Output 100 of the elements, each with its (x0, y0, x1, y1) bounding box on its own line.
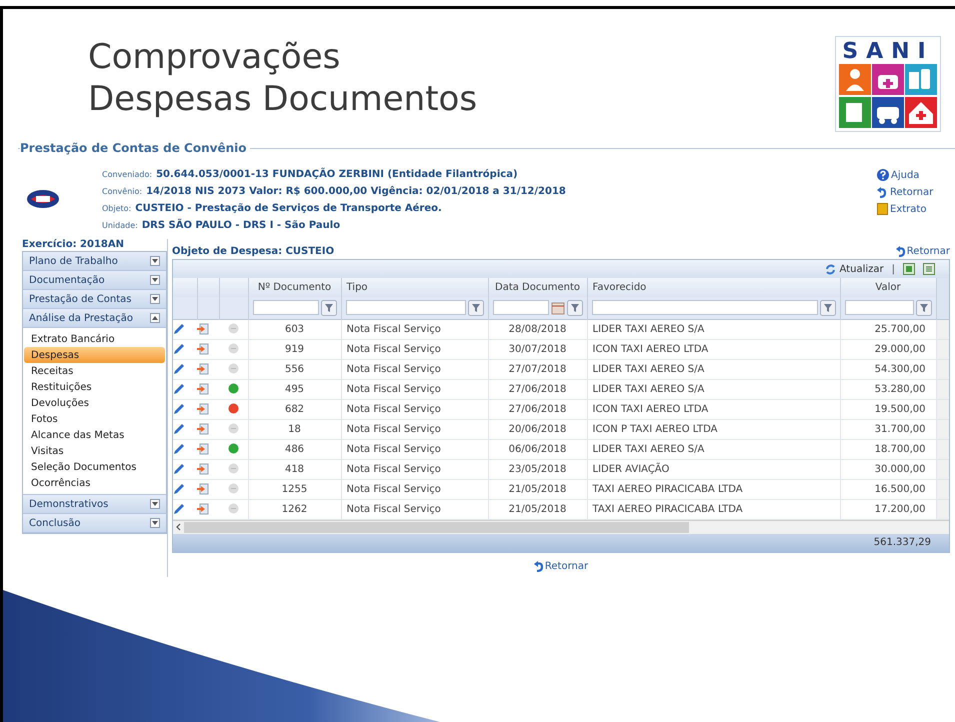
table-cell: 27/06/2018 (488, 379, 587, 399)
table-cell: 30.000,00 (840, 459, 936, 479)
table-cell: 16.500,00 (840, 479, 936, 499)
table-cell: ICON TAXI AEREO LTDA (587, 399, 840, 419)
expand-icon[interactable] (150, 518, 160, 528)
field-label: Objeto: (102, 203, 132, 215)
help-link[interactable]: Ajuda (877, 167, 920, 183)
calendar-icon[interactable] (550, 300, 564, 315)
pencil-icon[interactable] (173, 383, 185, 395)
expand-icon[interactable] (150, 294, 160, 304)
return-link[interactable]: Retornar (877, 184, 934, 200)
menu-item[interactable]: Receitas (23, 363, 166, 379)
accordion-header[interactable]: Análise da Prestação (23, 309, 166, 328)
table-cell: LIDER TAXI AEREO S/A (587, 379, 840, 399)
table-cell: Nota Fiscal Serviço (341, 439, 488, 459)
help-icon (877, 169, 889, 181)
return-arrow-icon (896, 246, 907, 257)
return-arrow-icon (534, 560, 545, 572)
accordion-header[interactable]: Prestação de Contas (23, 290, 166, 309)
collapse-icon[interactable] (150, 313, 160, 323)
table-cell: Nota Fiscal Serviço (341, 479, 488, 499)
menu-item[interactable]: Devoluções (23, 395, 166, 411)
menu-item[interactable]: Restituições (23, 379, 166, 395)
pencil-icon[interactable] (173, 443, 185, 455)
refresh-button[interactable]: Atualizar (824, 262, 884, 276)
table-cell: LIDER TAXI AEREO S/A (587, 359, 840, 379)
filter-icon[interactable] (320, 300, 336, 316)
menu-item[interactable]: Alcance das Metas (23, 427, 166, 443)
table-cell: 486 (248, 439, 341, 459)
logo-text: SANI (841, 40, 935, 64)
organization-logo-icon (26, 189, 60, 209)
field-value: DRS SÃO PAULO - DRS I - São Paulo (142, 218, 340, 233)
pencil-icon[interactable] (173, 463, 185, 475)
accordion-header[interactable]: Conclusão (23, 514, 166, 533)
pencil-icon[interactable] (173, 323, 185, 335)
pencil-icon[interactable] (173, 363, 185, 375)
table-cell: 495 (248, 379, 341, 399)
menu-item[interactable]: Fotos (23, 411, 166, 427)
refresh-icon (824, 264, 836, 274)
filter-input[interactable] (592, 300, 818, 316)
return-arrow-icon (877, 186, 888, 198)
table-cell: 29.000,00 (840, 339, 936, 359)
field-label: Convênio: (102, 186, 142, 198)
total-value: 561.337,29 (874, 536, 931, 550)
table-cell: 19.500,00 (840, 399, 936, 419)
expand-icon[interactable] (150, 275, 160, 285)
pencil-icon[interactable] (173, 503, 185, 515)
filter-icon[interactable] (820, 300, 836, 316)
table-cell: 919 (248, 339, 341, 359)
expand-icon[interactable] (150, 499, 160, 509)
statement-link[interactable]: Extrato (877, 201, 926, 217)
field-value: 14/2018 NIS 2073 Valor: R$ 600.000,00 Vigência: 02/01/2018 a 31/12/2018 (146, 185, 566, 199)
filter-input[interactable] (252, 300, 318, 316)
sidebar-header: Exercício: 2018AN (22, 239, 125, 251)
accordion-header[interactable]: Plano de Trabalho (23, 252, 166, 271)
menu-item[interactable]: Seleção Documentos (23, 459, 166, 475)
filter-input[interactable] (346, 300, 466, 316)
table-cell: 53.280,00 (840, 379, 936, 399)
table-cell: Nota Fiscal Serviço (341, 399, 488, 419)
filter-icon[interactable] (566, 300, 582, 316)
menu-item[interactable]: Ocorrências (23, 475, 166, 491)
filter-icon[interactable] (468, 300, 484, 316)
field-value: 50.644.053/0001-13 FUNDAÇÃO ZERBINI (Entidade Filantrópica) (156, 167, 518, 182)
table-cell: ICON P TAXI AEREO LTDA (587, 419, 840, 439)
table-cell: 30/07/2018 (488, 339, 587, 359)
table-cell: 20/06/2018 (488, 419, 587, 439)
table-cell: Nota Fiscal Serviço (341, 379, 488, 399)
menu-item[interactable]: Visitas (23, 443, 166, 459)
table-cell: 23/05/2018 (488, 459, 587, 479)
table-cell: Nota Fiscal Serviço (341, 319, 488, 339)
table-cell: LIDER AVIAÇÃO (587, 459, 840, 479)
accordion-header[interactable]: Documentação (23, 271, 166, 290)
table-cell: 418 (248, 459, 341, 479)
return-link[interactable]: Retornar (534, 558, 588, 574)
table-cell: Nota Fiscal Serviço (341, 499, 488, 519)
table-cell: TAXI AEREO PIRACICABA LTDA (587, 479, 840, 499)
accordion-header[interactable]: Demonstrativos (23, 495, 166, 514)
return-link[interactable]: Retornar (896, 244, 950, 259)
filter-input[interactable] (844, 300, 914, 316)
table-cell: 06/06/2018 (488, 439, 587, 459)
table-cell: Nota Fiscal Serviço (341, 339, 488, 359)
horizontal-scrollbar-thumb[interactable] (184, 522, 689, 532)
pencil-icon[interactable] (173, 343, 185, 355)
toolbar-separator: | (892, 262, 895, 276)
menu-item[interactable]: Despesas (24, 347, 165, 363)
menu-item[interactable]: Extrato Bancário (23, 331, 166, 347)
table-cell: 682 (248, 399, 341, 419)
filter-icon[interactable] (916, 300, 932, 316)
table-cell: 21/05/2018 (488, 479, 587, 499)
filter-input[interactable] (492, 300, 548, 316)
pencil-icon[interactable] (173, 403, 185, 415)
table-cell: 603 (248, 319, 341, 339)
pencil-icon[interactable] (173, 423, 185, 435)
field-label: Unidade: (102, 220, 138, 232)
table-cell: 54.300,00 (840, 359, 936, 379)
table-cell: 31.700,00 (840, 419, 936, 439)
slide-title: Despesas Documentos (88, 78, 478, 120)
expand-icon[interactable] (150, 256, 160, 266)
pencil-icon[interactable] (173, 483, 185, 495)
table-cell: 556 (248, 359, 341, 379)
